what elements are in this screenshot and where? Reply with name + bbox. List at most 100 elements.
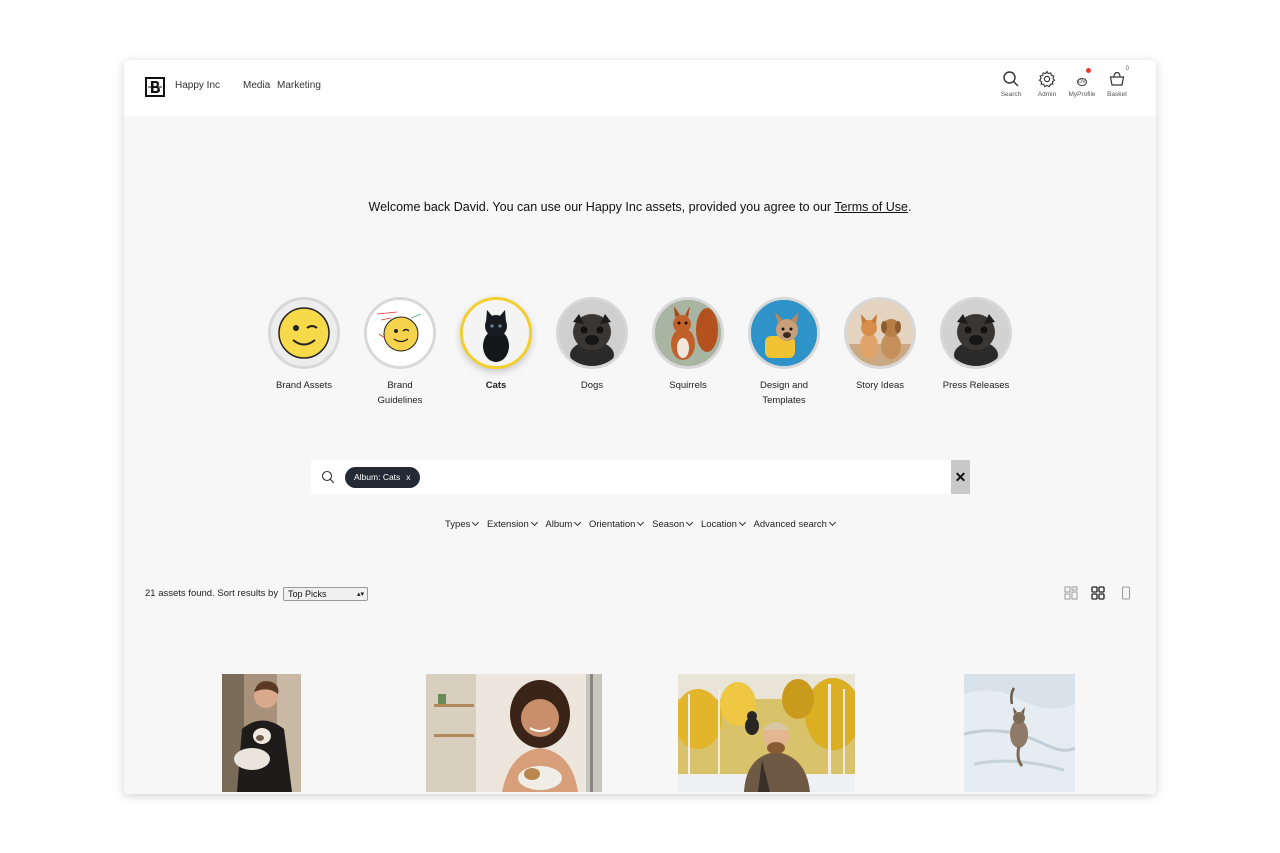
welcome-message: Welcome back David. You can use our Happ… [124,200,1156,214]
clear-search-button[interactable]: ✕ [951,460,970,494]
album-dogs[interactable]: Dogs [544,297,640,393]
filter-extension[interactable]: Extension [487,518,538,530]
sort-select[interactable]: Top Picks ▴▾ [283,587,368,601]
welcome-text: Welcome back David. You can use our Happ… [368,200,835,214]
search-tool-button[interactable]: Search [994,70,1028,98]
filter-label: Types [445,519,471,530]
album-label: Squirrels [669,380,707,391]
chip-remove-button[interactable]: x [406,472,410,482]
avatar-initials: DV [1077,78,1087,86]
company-name[interactable]: Happy Inc [175,80,220,91]
results-count: 21 assets found. Sort results by [145,588,279,599]
man-holding-cat-photo [222,674,301,792]
album-brand-assets-thumb [268,297,340,369]
asset-thumbnail[interactable] [964,674,1075,792]
album-design-thumb [748,297,820,369]
kitten-on-bed-photo [964,674,1075,792]
album-label: Dogs [580,380,604,391]
album-brand-guidelines[interactable]: Brand Guidelines [352,297,448,408]
basket-tool-button[interactable]: 0 Basket [1100,66,1134,98]
sketch-smiley-icon [367,300,433,366]
terms-of-use-link[interactable]: Terms of Use [834,200,908,214]
pug-photo [943,300,1009,366]
admin-tool-label: Admin [1037,91,1057,98]
album-brand-assets[interactable]: Brand Assets [256,297,352,393]
chevron-down-icon [686,518,694,527]
single-view-icon[interactable] [1119,586,1133,600]
basket-count: 0 [1125,66,1129,72]
asset-thumbnail[interactable] [678,674,855,792]
filter-label: Extension [487,519,529,530]
filter-album[interactable]: Album [545,518,582,530]
album-label: Press Releases [942,380,1010,391]
brand-logo-icon[interactable] [145,77,165,97]
black-kitten-photo [463,300,529,366]
woman-holding-cat-photo [426,674,602,792]
album-press-releases[interactable]: Press Releases [928,297,1024,393]
filter-bar: Types Extension Album Orientation Season… [124,518,1156,530]
app-window: Happy Inc Media Marketing Search Admin D… [124,60,1156,794]
chevron-down-icon [828,518,837,527]
filter-label: Location [700,519,737,530]
album-brand-guidelines-thumb [364,297,436,369]
basket-icon-wrap: 0 [1108,66,1129,88]
compact-view-icon[interactable] [1064,586,1078,600]
pug-photo [559,300,625,366]
avatar: DV [1073,68,1091,88]
filter-orientation[interactable]: Orientation [589,518,645,530]
album-label: Brand Guidelines [377,380,423,406]
squirrel-photo [655,300,721,366]
search-bar: Album: Cats x ✕ [311,460,970,494]
asset-thumbnail[interactable] [426,674,602,792]
album-squirrels[interactable]: Squirrels [640,297,736,393]
search-icon [1003,71,1019,87]
album-story-ideas-thumb [844,297,916,369]
notification-dot [1086,68,1091,73]
filter-location[interactable]: Location [700,518,746,530]
filter-types[interactable]: Types [445,518,480,530]
filter-advanced-search[interactable]: Advanced search [753,518,837,530]
album-label: Cats [485,380,507,391]
profile-tool-label: MyProfile [1068,91,1096,98]
album-press-releases-thumb [940,297,1012,369]
chevron-down-icon [574,518,582,527]
chevron-down-icon [472,518,480,527]
two-dogs-photo [847,300,913,366]
chevron-down-icon [530,518,538,527]
album-label: Design and Templates [759,380,809,406]
admin-tool-button[interactable]: Admin [1030,70,1064,98]
wink-smiley-icon [271,300,337,366]
album-dogs-thumb [556,297,628,369]
basket-tool-label: Basket [1107,91,1127,98]
chip-label: Album: Cats [354,472,401,482]
album-label: Story Ideas [855,380,905,391]
album-cats-thumb [460,297,532,369]
man-with-cat-forest-photo [678,674,855,792]
sort-selected-value: Top Picks [288,589,327,599]
chevron-down-icon [637,518,645,527]
select-arrows-icon: ▴▾ [356,591,364,598]
gear-icon [1038,70,1056,88]
search-tool-label: Search [1000,91,1022,98]
album-squirrels-thumb [652,297,724,369]
grid-view-icon[interactable] [1091,586,1105,600]
search-input[interactable] [431,466,931,488]
search-icon [321,470,335,484]
album-label: Brand Assets [276,380,332,391]
asset-thumbnail[interactable] [222,674,301,792]
album-filter-chip[interactable]: Album: Cats x [345,467,420,488]
french-bulldog-photo [751,300,817,366]
nav-marketing[interactable]: Marketing [277,80,321,91]
album-cats[interactable]: Cats [448,297,544,393]
filter-season[interactable]: Season [652,518,694,530]
filter-label: Season [652,519,685,530]
profile-tool-button[interactable]: DV MyProfile [1065,68,1099,98]
chevron-down-icon [738,518,746,527]
filter-label: Advanced search [753,519,827,530]
welcome-end: . [907,200,912,214]
nav-media[interactable]: Media [243,80,270,91]
filter-label: Album [545,519,573,530]
top-bar: Happy Inc Media Marketing Search Admin D… [124,60,1156,116]
album-story-ideas[interactable]: Story Ideas [832,297,928,393]
album-design-and-templates[interactable]: Design and Templates [736,297,832,408]
